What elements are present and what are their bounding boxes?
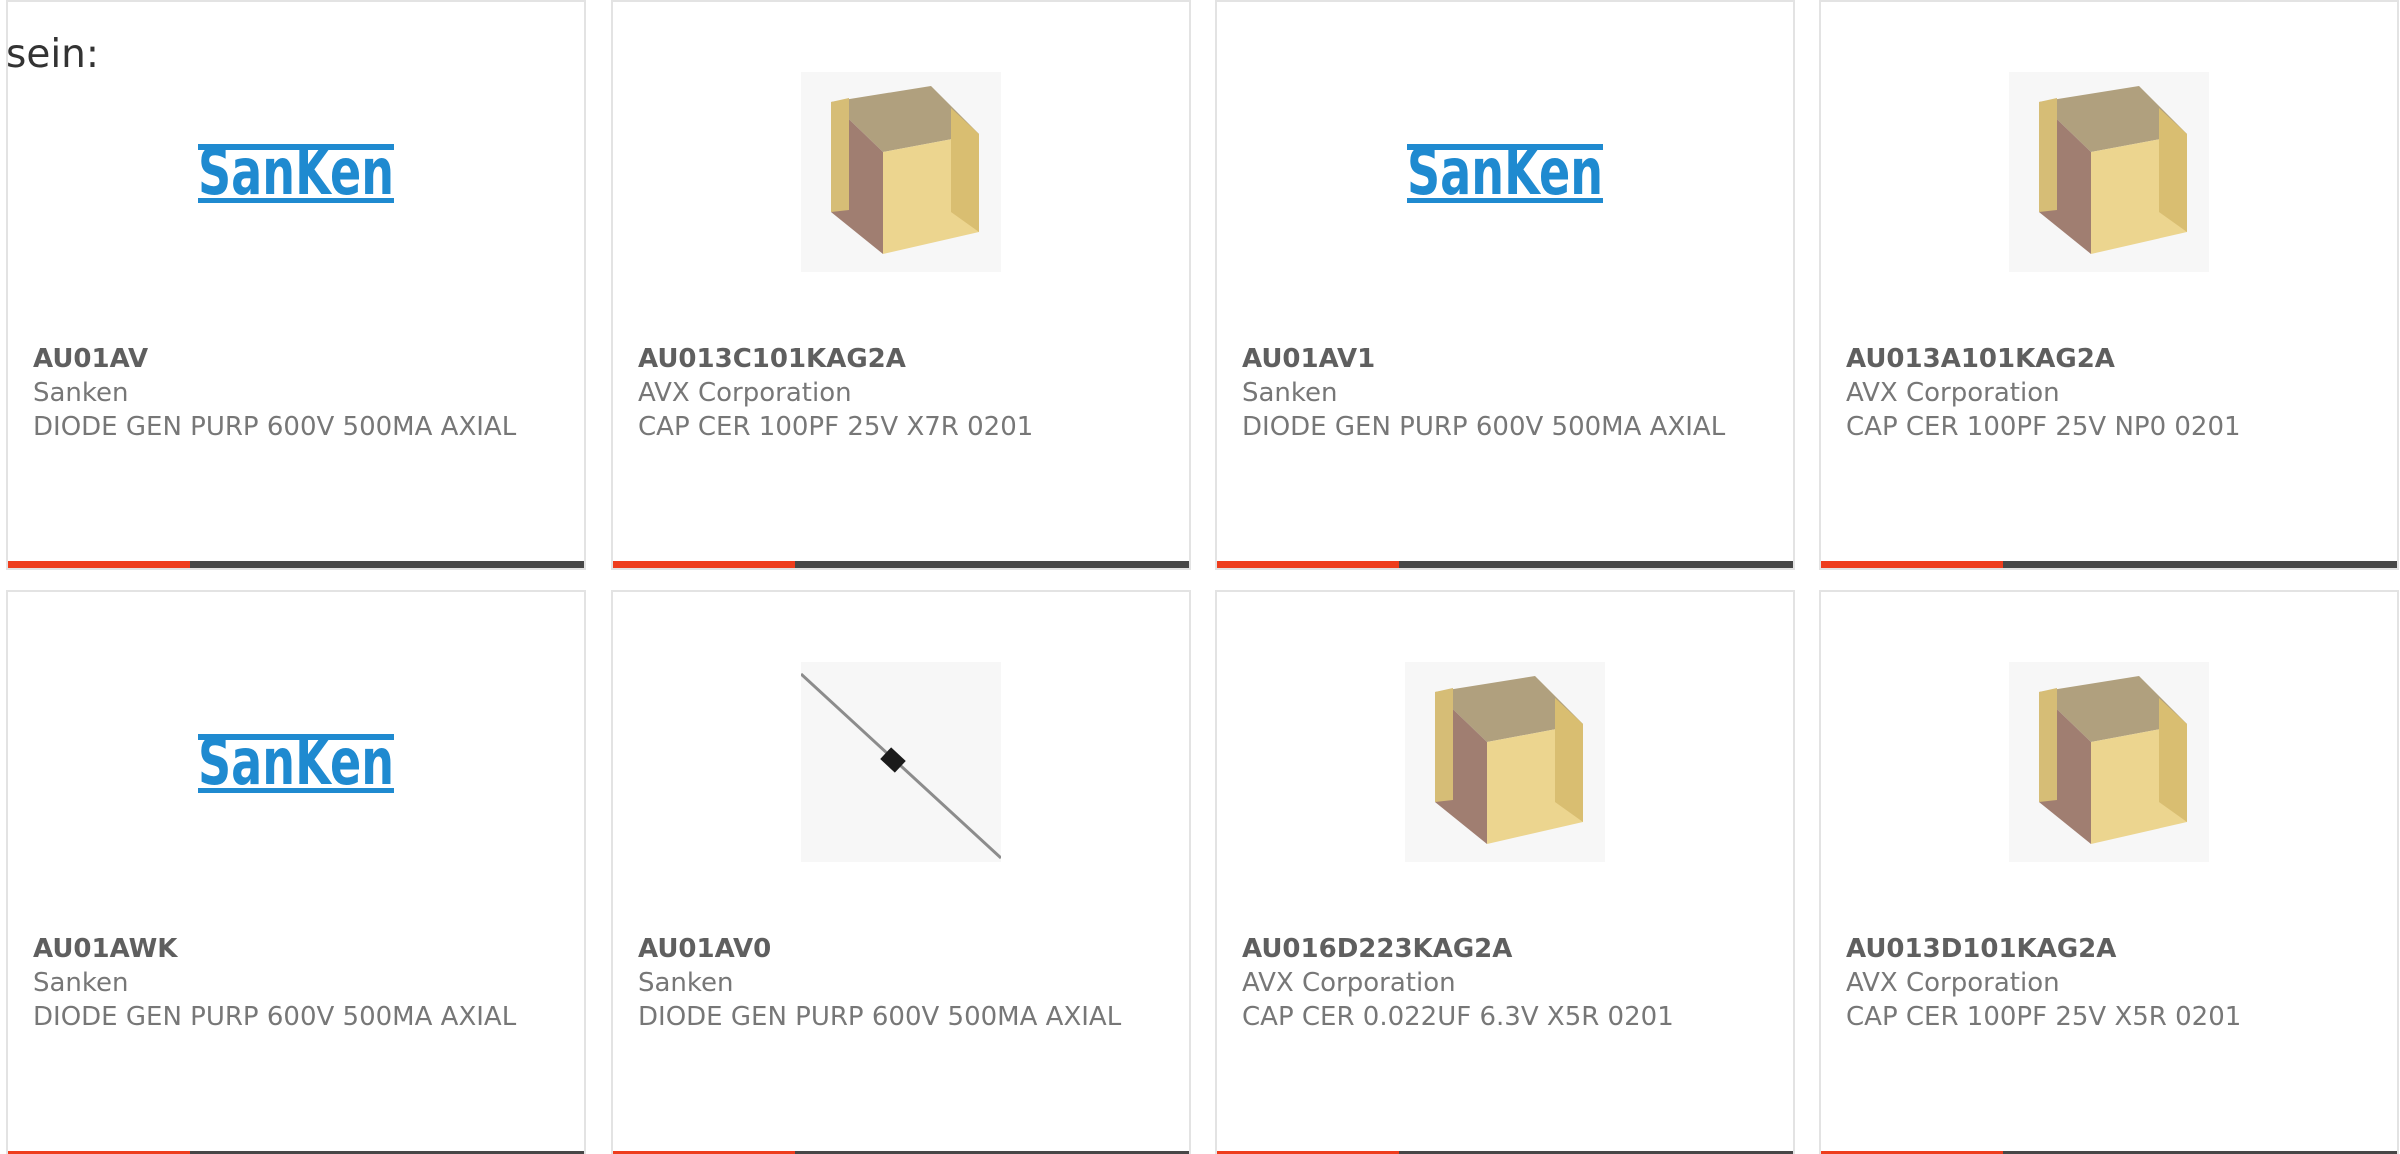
card-accent-bar [1217, 561, 1793, 568]
product-manufacturer: AVX Corporation [1242, 968, 1456, 998]
sanken-logo-icon: SanKen [198, 730, 394, 794]
product-image: SanKen [8, 68, 584, 276]
product-part-number[interactable]: AU01AV0 [638, 932, 1169, 966]
product-manufacturer: AVX Corporation [638, 378, 852, 408]
product-part-number[interactable]: AU013D101KAG2A [1846, 932, 2377, 966]
product-manufacturer: Sanken [33, 378, 129, 408]
product-card[interactable]: AU013A101KAG2A AVX Corporation CAP CER 1… [1819, 0, 2399, 570]
intro-text: sein: [6, 32, 100, 77]
axial-diode-icon [801, 662, 1001, 862]
product-part-number[interactable]: AU01AV1 [1242, 342, 1773, 376]
product-description: DIODE GEN PURP 600V 500MA AXIAL [33, 1002, 517, 1032]
product-manufacturer: AVX Corporation [1846, 968, 2060, 998]
product-image [1821, 658, 2397, 866]
product-part-number[interactable]: AU016D223KAG2A [1242, 932, 1773, 966]
card-accent-bar [8, 561, 584, 568]
product-description: CAP CER 0.022UF 6.3V X5R 0201 [1242, 1002, 1674, 1032]
product-manufacturer: Sanken [1242, 378, 1338, 408]
product-card[interactable]: SanKen AU01AV Sanken DIODE GEN PURP 600V… [6, 0, 586, 570]
product-part-number[interactable]: AU013C101KAG2A [638, 342, 1169, 376]
product-manufacturer: Sanken [33, 968, 129, 998]
product-card[interactable]: AU01AV0 Sanken DIODE GEN PURP 600V 500MA… [611, 590, 1191, 1154]
ceramic-chip-capacitor-icon [1405, 662, 1605, 862]
product-manufacturer: Sanken [638, 968, 734, 998]
product-image [1821, 68, 2397, 276]
sanken-logo-icon: SanKen [1407, 140, 1603, 204]
product-card[interactable]: AU016D223KAG2A AVX Corporation CAP CER 0… [1215, 590, 1795, 1154]
product-part-number[interactable]: AU013A101KAG2A [1846, 342, 2377, 376]
product-card[interactable]: SanKen AU01AWK Sanken DIODE GEN PURP 600… [6, 590, 586, 1154]
product-part-number[interactable]: AU01AWK [33, 932, 564, 966]
product-description: CAP CER 100PF 25V X5R 0201 [1846, 1002, 2242, 1032]
product-description: CAP CER 100PF 25V NP0 0201 [1846, 412, 2241, 442]
product-image: SanKen [1217, 68, 1793, 276]
product-card[interactable]: AU013C101KAG2A AVX Corporation CAP CER 1… [611, 0, 1191, 570]
product-image [1217, 658, 1793, 866]
product-manufacturer: AVX Corporation [1846, 378, 2060, 408]
product-description: CAP CER 100PF 25V X7R 0201 [638, 412, 1034, 442]
sanken-logo-icon: SanKen [198, 140, 394, 204]
product-description: DIODE GEN PURP 600V 500MA AXIAL [33, 412, 517, 442]
ceramic-chip-capacitor-icon [2009, 72, 2209, 272]
product-card[interactable]: SanKen AU01AV1 Sanken DIODE GEN PURP 600… [1215, 0, 1795, 570]
product-image [613, 658, 1189, 866]
card-accent-bar [1821, 561, 2397, 568]
ceramic-chip-capacitor-icon [801, 72, 1001, 272]
card-accent-bar [613, 561, 1189, 568]
product-image: SanKen [8, 658, 584, 866]
product-description: DIODE GEN PURP 600V 500MA AXIAL [1242, 412, 1726, 442]
product-image [613, 68, 1189, 276]
product-part-number[interactable]: AU01AV [33, 342, 564, 376]
product-description: DIODE GEN PURP 600V 500MA AXIAL [638, 1002, 1122, 1032]
ceramic-chip-capacitor-icon [2009, 662, 2209, 862]
product-card[interactable]: AU013D101KAG2A AVX Corporation CAP CER 1… [1819, 590, 2399, 1154]
